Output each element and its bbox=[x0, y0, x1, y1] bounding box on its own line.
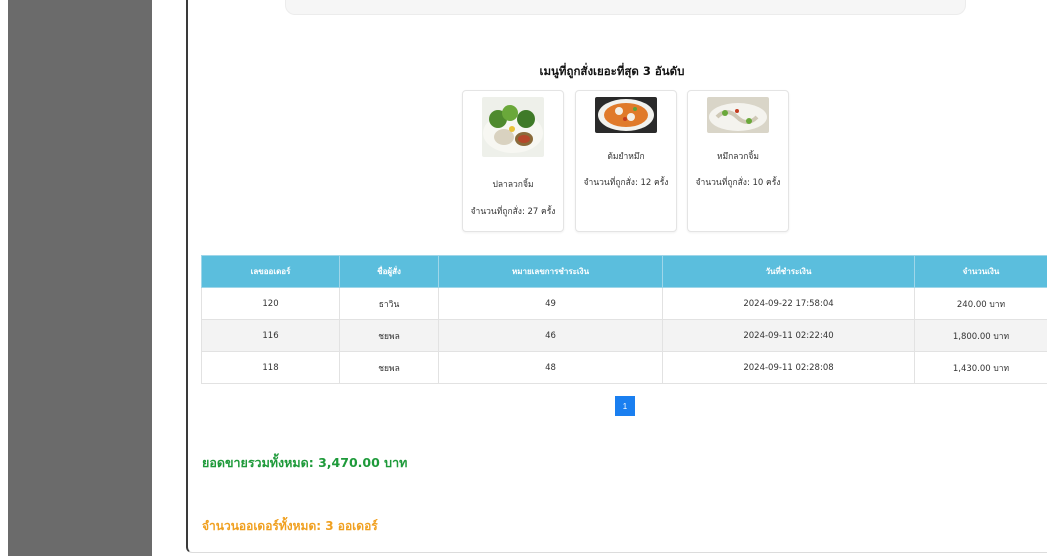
window-edge bbox=[0, 0, 8, 556]
col-customer-name: ชื่อผู้สั่ง bbox=[339, 255, 439, 288]
col-payment-date: วันที่ชำระเงิน bbox=[662, 255, 915, 288]
order-id-cell: 118 bbox=[201, 351, 340, 384]
col-payment-number: หมายเลขการชำระเงิน bbox=[438, 255, 663, 288]
food-image-3 bbox=[707, 97, 769, 133]
total-orders-text: จำนวนออเดอร์ทั้งหมด: 3 ออเดอร์ bbox=[202, 519, 378, 533]
total-sales-text: ยอดขายรวมทั้งหมด: 3,470.00 บาท bbox=[202, 455, 408, 470]
food-image-2 bbox=[595, 97, 657, 133]
food-image-1 bbox=[482, 97, 544, 157]
menu-name-3: หมึกลวกจิ้ม bbox=[716, 152, 760, 162]
orders-table: เลขออเดอร์ ชื่อผู้สั่ง หมายเลขการชำระเงิ… bbox=[201, 255, 1047, 384]
payment-number-cell: 46 bbox=[438, 319, 663, 352]
menu-count-1: จำนวนที่ถูกสั่ง: 27 ครั้ง bbox=[470, 207, 556, 217]
amount-cell: 1,430.00 บาท bbox=[914, 351, 1047, 384]
menu-count-3: จำนวนที่ถูกสั่ง: 10 ครั้ง bbox=[695, 178, 781, 188]
col-order-id: เลขออเดอร์ bbox=[201, 255, 340, 288]
payment-date-cell: 2024-09-11 02:22:40 bbox=[662, 319, 915, 352]
payment-number-cell: 48 bbox=[438, 351, 663, 384]
payment-date-cell: 2024-09-22 17:58:04 bbox=[662, 287, 915, 320]
menu-name-2: ต้มยำหมึก bbox=[607, 152, 645, 162]
customer-name-cell: ชยพล bbox=[339, 351, 439, 384]
customer-name-cell: ชยพล bbox=[339, 319, 439, 352]
menu-name-1: ปลาลวกจิ้ม bbox=[492, 180, 534, 190]
table-header-row: เลขออเดอร์ ชื่อผู้สั่ง หมายเลขการชำระเงิ… bbox=[201, 255, 1047, 288]
top-menu-title: เมนูที่ถูกสั่งเยอะที่สุด 3 อันดับ bbox=[539, 64, 685, 78]
top-menu-card-3: หมึกลวกจิ้ม จำนวนที่ถูกสั่ง: 10 ครั้ง bbox=[687, 90, 789, 232]
table-row: 116 ชยพล 46 2024-09-11 02:22:40 1,800.00… bbox=[201, 319, 1047, 352]
sidebar bbox=[8, 0, 152, 556]
order-id-cell: 120 bbox=[201, 287, 340, 320]
customer-name-cell: ธาวิน bbox=[339, 287, 439, 320]
order-id-cell: 116 bbox=[201, 319, 340, 352]
pagination-page-1-button[interactable]: 1 bbox=[615, 396, 635, 416]
top-menu-card-1: ปลาลวกจิ้ม จำนวนที่ถูกสั่ง: 27 ครั้ง bbox=[462, 90, 564, 232]
payment-date-cell: 2024-09-11 02:28:08 bbox=[662, 351, 915, 384]
top-menu-card-2: ต้มยำหมึก จำนวนที่ถูกสั่ง: 12 ครั้ง bbox=[575, 90, 677, 232]
menu-count-2: จำนวนที่ถูกสั่ง: 12 ครั้ง bbox=[583, 178, 669, 188]
col-amount: จำนวนเงิน bbox=[914, 255, 1047, 288]
table-row: 120 ธาวิน 49 2024-09-22 17:58:04 240.00 … bbox=[201, 287, 1047, 320]
amount-cell: 240.00 บาท bbox=[914, 287, 1047, 320]
table-row: 118 ชยพล 48 2024-09-11 02:28:08 1,430.00… bbox=[201, 351, 1047, 384]
top-summary-card-edge bbox=[285, 0, 966, 15]
amount-cell: 1,800.00 บาท bbox=[914, 319, 1047, 352]
payment-number-cell: 49 bbox=[438, 287, 663, 320]
